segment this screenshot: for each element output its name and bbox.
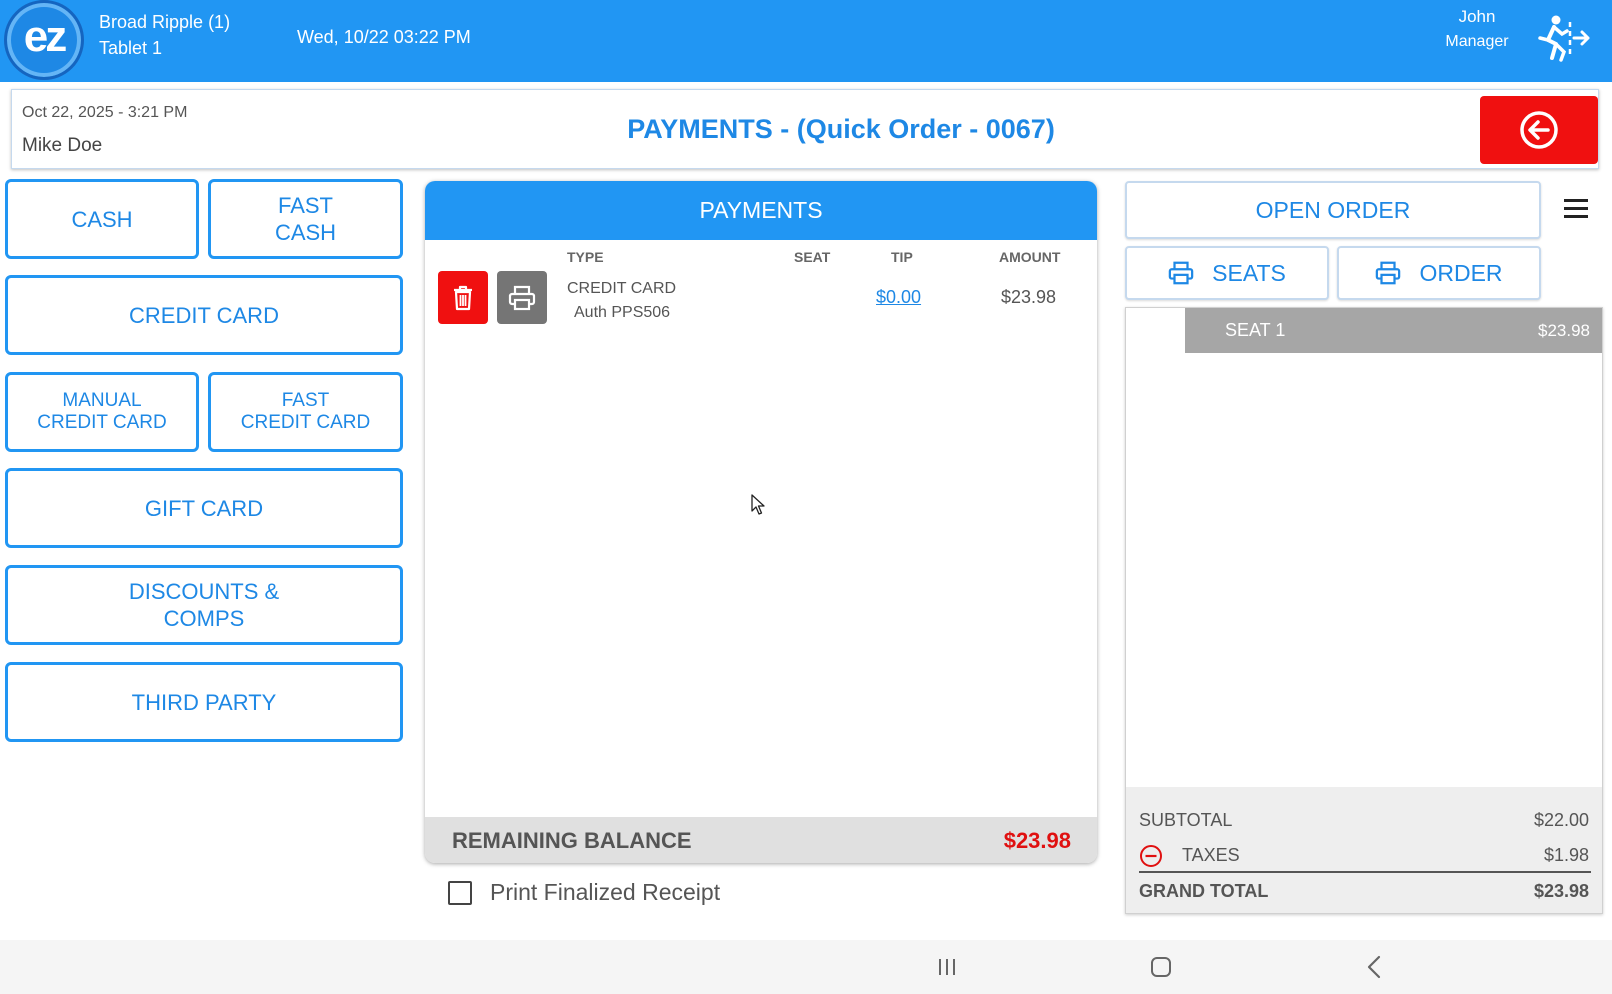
payment-type: CREDIT CARD Auth PPS506 xyxy=(567,277,676,325)
seat-amount: $23.98 xyxy=(1538,321,1590,340)
print-order-label: ORDER xyxy=(1419,259,1503,286)
user-info: John Manager xyxy=(1432,4,1522,54)
ez-logo: ez xyxy=(4,0,84,80)
user-role: Manager xyxy=(1445,33,1509,50)
third-party-label: THIRD PARTY xyxy=(131,689,277,715)
back-icon[interactable] xyxy=(1360,952,1390,982)
remaining-balance-value: $23.98 xyxy=(1003,828,1071,853)
mouse-cursor-icon xyxy=(751,494,765,515)
discounts-comps-label: DISCOUNTS & COMPS xyxy=(128,579,280,631)
print-receipt-checkbox[interactable] xyxy=(448,881,472,905)
taxes-row: TAXES $1.98 xyxy=(1139,844,1589,868)
current-datetime: Wed, 10/22 03:22 PM xyxy=(297,27,471,47)
back-arrow-icon xyxy=(1520,111,1558,149)
print-receipt-label[interactable]: Print Finalized Receipt xyxy=(490,879,720,906)
gift-card-button[interactable]: GIFT CARD xyxy=(5,468,403,548)
subtotal-value: $22.00 xyxy=(1533,810,1589,830)
printer-icon xyxy=(508,285,536,310)
logo-text: ez xyxy=(23,12,68,61)
location-info: Broad Ripple (1) Tablet 1 xyxy=(99,9,230,61)
credit-card-label: CREDIT CARD xyxy=(129,302,279,328)
column-header-type: TYPE xyxy=(567,249,604,265)
payments-header: PAYMENTS xyxy=(425,181,1097,240)
taxes-value: $1.98 xyxy=(1543,845,1589,865)
back-button[interactable] xyxy=(1480,96,1598,164)
cash-button[interactable]: CASH xyxy=(5,179,199,259)
payment-auth-code: Auth PPS506 xyxy=(574,304,671,321)
printer-icon xyxy=(1376,261,1401,285)
print-order-button[interactable]: ORDER xyxy=(1337,246,1541,300)
home-icon[interactable] xyxy=(1146,952,1176,982)
discounts-comps-button[interactable]: DISCOUNTS & COMPS xyxy=(5,565,403,645)
gift-card-label: GIFT CARD xyxy=(144,495,264,521)
top-bar: ez Broad Ripple (1) Tablet 1 Wed, 10/22 … xyxy=(0,0,1612,82)
subtotal-label: SUBTOTAL xyxy=(1139,810,1233,830)
seats-panel: SEAT 1 $23.98 SUBTOTAL $22.00 TAXES $1.9… xyxy=(1125,307,1603,914)
logout-icon[interactable] xyxy=(1534,14,1592,64)
location-name: Broad Ripple (1) xyxy=(99,12,231,32)
grand-total-label: GRAND TOTAL xyxy=(1139,881,1269,901)
remove-tax-icon[interactable] xyxy=(1139,844,1163,868)
fast-credit-card-button[interactable]: FAST CREDIT CARD xyxy=(208,372,403,452)
credit-card-button[interactable]: CREDIT CARD xyxy=(5,275,403,355)
user-name: John xyxy=(1458,7,1496,26)
remaining-balance-label: REMAINING BALANCE xyxy=(452,828,692,853)
remaining-balance-bar: REMAINING BALANCE $23.98 xyxy=(425,817,1097,863)
subtotal-row: SUBTOTAL $22.00 xyxy=(1139,810,1589,831)
manual-credit-card-label: MANUAL CREDIT CARD xyxy=(37,390,167,433)
totals-divider xyxy=(1139,871,1591,873)
order-header: Oct 22, 2025 - 3:21 PM Mike Doe PAYMENTS… xyxy=(11,89,1599,169)
print-seats-button[interactable]: SEATS xyxy=(1125,246,1329,300)
grand-total-row: GRAND TOTAL $23.98 xyxy=(1139,881,1589,902)
device-name: Tablet 1 xyxy=(99,38,163,58)
fast-credit-card-label: FAST CREDIT CARD xyxy=(240,390,371,433)
payment-type-label: CREDIT CARD xyxy=(567,280,677,297)
payment-amount: $23.98 xyxy=(1001,287,1057,307)
print-seats-label: SEATS xyxy=(1212,259,1286,286)
column-header-tip: TIP xyxy=(891,249,913,265)
manual-credit-card-button[interactable]: MANUAL CREDIT CARD xyxy=(5,372,199,452)
trash-icon xyxy=(454,285,472,310)
column-header-amount: AMOUNT xyxy=(999,249,1061,265)
payments-panel: PAYMENTS TYPE SEAT TIP AMOUNT CREDIT CAR… xyxy=(425,181,1097,863)
order-totals: SUBTOTAL $22.00 TAXES $1.98 GRAND TOTAL … xyxy=(1126,787,1602,913)
seat-name: SEAT 1 xyxy=(1225,320,1286,340)
cash-label: CASH xyxy=(71,206,133,232)
print-payment-button[interactable] xyxy=(497,271,547,324)
open-order-label: OPEN ORDER xyxy=(1255,196,1411,223)
grand-total-value: $23.98 xyxy=(1533,881,1589,901)
delete-payment-button[interactable] xyxy=(438,271,488,324)
fast-cash-button[interactable]: FAST CASH xyxy=(208,179,403,259)
fast-cash-label: FAST CASH xyxy=(274,193,337,245)
recents-icon[interactable] xyxy=(932,952,962,982)
third-party-button[interactable]: THIRD PARTY xyxy=(5,662,403,742)
payment-tip-link[interactable]: $0.00 xyxy=(876,287,921,308)
system-nav-bar xyxy=(0,940,1612,994)
seat-row[interactable]: SEAT 1 $23.98 xyxy=(1185,308,1602,353)
page-title: PAYMENTS - (Quick Order - 0067) xyxy=(627,114,1055,144)
column-header-seat: SEAT xyxy=(794,249,831,265)
printer-icon xyxy=(1168,261,1194,285)
open-order-button[interactable]: OPEN ORDER xyxy=(1125,181,1541,239)
hamburger-menu-icon[interactable] xyxy=(1562,195,1590,223)
